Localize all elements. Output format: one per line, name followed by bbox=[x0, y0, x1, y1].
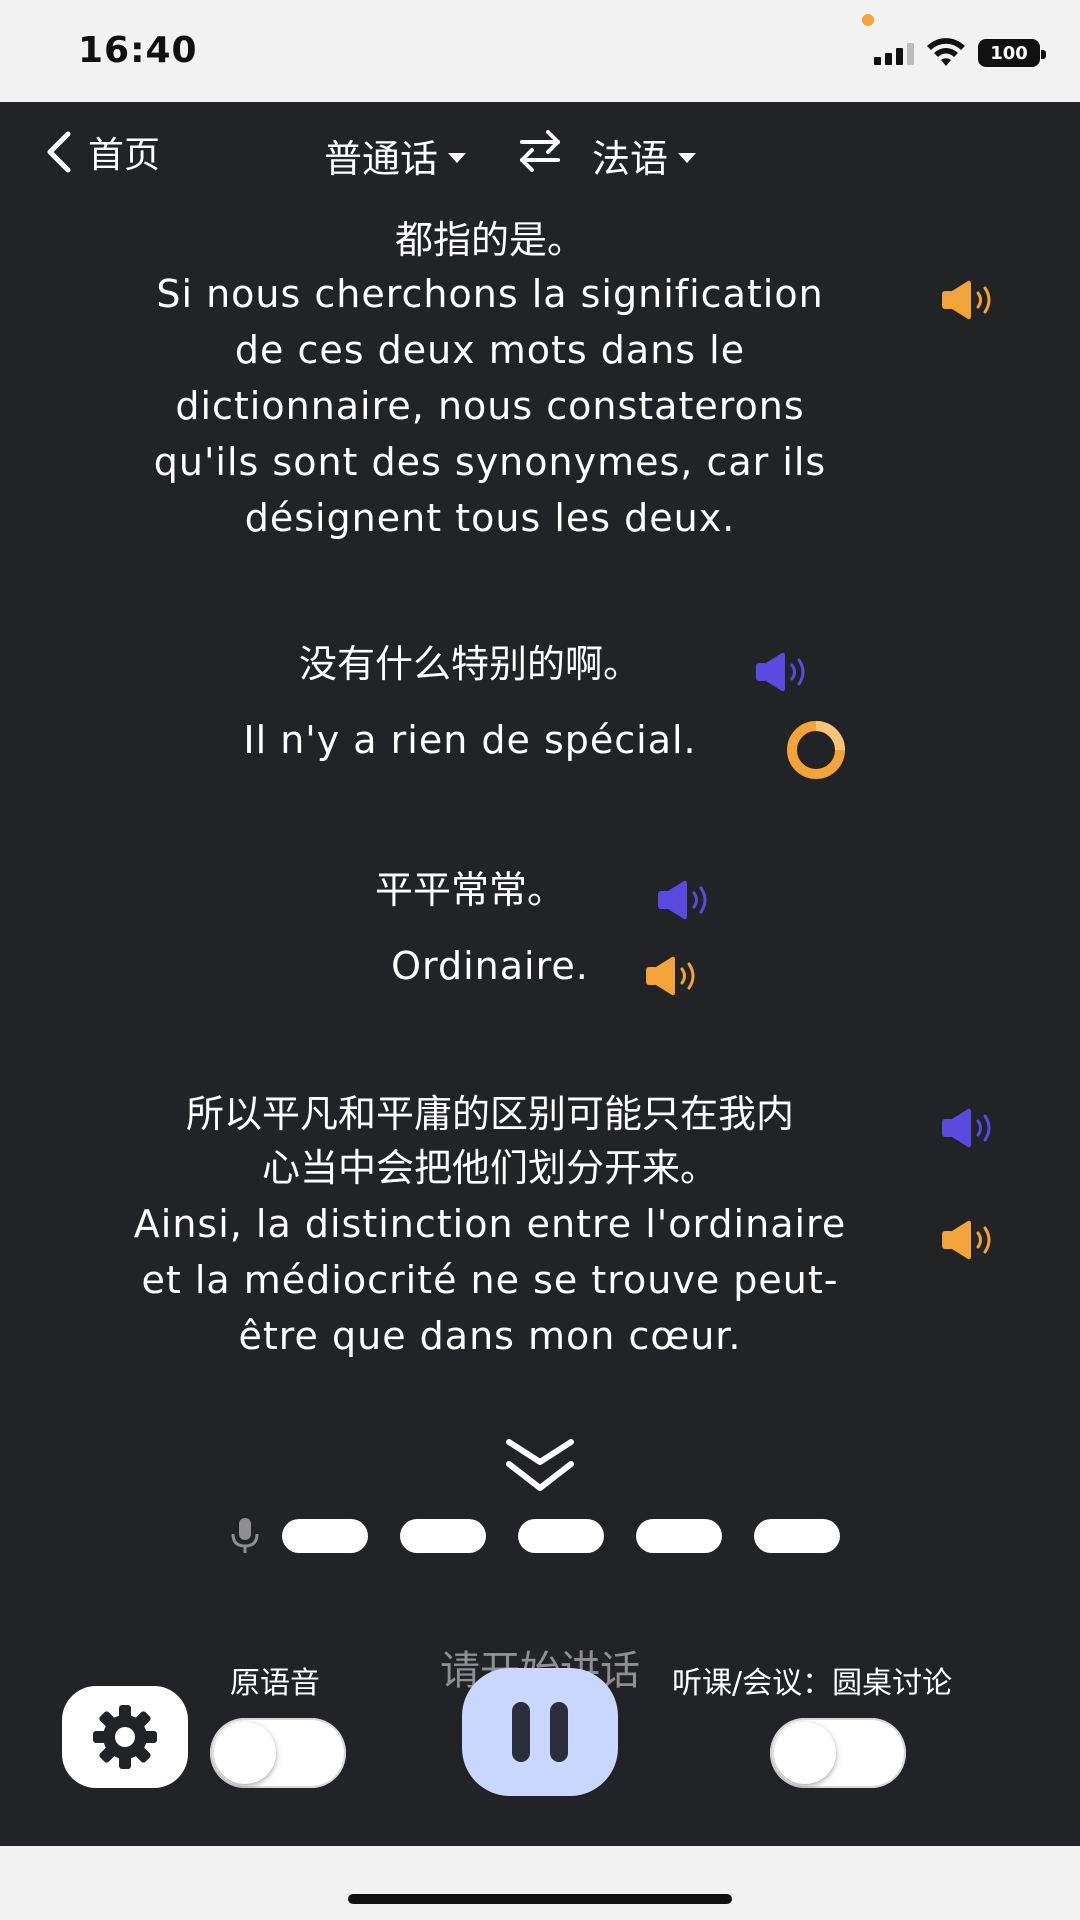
transcript-fr-line: et la médiocrité ne se trouve peut- bbox=[141, 1258, 839, 1302]
gear-icon bbox=[93, 1705, 157, 1769]
home-indicator[interactable] bbox=[348, 1894, 732, 1904]
transcript-zh-text: 没有什么特别的啊。 bbox=[298, 642, 641, 686]
pause-button[interactable] bbox=[462, 1668, 618, 1796]
swap-languages-button[interactable] bbox=[518, 128, 562, 176]
back-label: 首页 bbox=[88, 135, 161, 176]
voice-level-pill bbox=[282, 1519, 368, 1553]
transcript-fr-line: désignent tous les deux. bbox=[244, 496, 736, 540]
cellular-signal-icon bbox=[874, 41, 914, 65]
scroll-down-chevron-icon[interactable] bbox=[505, 1438, 575, 1494]
pause-icon-bar bbox=[512, 1702, 530, 1762]
source-language-select[interactable]: 普通话 bbox=[324, 128, 467, 183]
speaker-icon[interactable] bbox=[754, 650, 816, 694]
transcript-fr-line: Ainsi, la distinction entre l'ordinaire bbox=[133, 1202, 847, 1246]
transcript-zh-text: 平平常常。 bbox=[374, 868, 565, 912]
voice-level-indicator bbox=[230, 1516, 872, 1556]
speaker-icon[interactable] bbox=[940, 278, 1002, 322]
status-bar: 16:40 100 bbox=[0, 0, 1080, 102]
original-voice-toggle[interactable] bbox=[210, 1718, 346, 1788]
transcript-fr-text: Ordinaire. bbox=[391, 944, 589, 988]
caret-down-icon bbox=[678, 152, 697, 163]
target-language-label: 法语 bbox=[592, 137, 669, 181]
privacy-indicator-dot bbox=[862, 14, 874, 26]
back-button[interactable]: 首页 bbox=[44, 126, 160, 178]
transcript-zh-text: 都指的是。 bbox=[394, 218, 585, 262]
translation-screen: 首页 普通话 法语 都指的是。 Si nous cherchons la sig… bbox=[0, 102, 1080, 1846]
source-language-label: 普通话 bbox=[324, 137, 439, 181]
top-nav-bar: 首页 普通话 法语 bbox=[0, 102, 1080, 198]
transcript-fr-line: Si nous cherchons la signification bbox=[156, 272, 824, 316]
speaker-icon[interactable] bbox=[656, 878, 718, 922]
target-language-select[interactable]: 法语 bbox=[592, 128, 697, 183]
home-indicator-area bbox=[0, 1846, 1080, 1920]
meeting-mode-label: 听课/会议：圆桌讨论 bbox=[672, 1666, 953, 1701]
microphone-icon bbox=[231, 1518, 259, 1553]
transcript-zh-line: 所以平凡和平庸的区别可能只在我内 bbox=[185, 1092, 794, 1136]
chevron-left-icon bbox=[47, 131, 71, 173]
status-time: 16:40 bbox=[78, 30, 198, 71]
transcript-fr-line: dictionnaire, nous constaterons bbox=[175, 384, 805, 428]
speaker-icon[interactable] bbox=[644, 954, 706, 998]
caret-down-icon bbox=[448, 152, 467, 163]
wifi-icon bbox=[926, 38, 966, 68]
original-voice-label: 原语音 bbox=[230, 1666, 320, 1701]
swap-arrows-icon bbox=[520, 130, 560, 172]
voice-level-pill bbox=[400, 1519, 486, 1553]
toggle-knob bbox=[214, 1722, 276, 1784]
toggle-knob bbox=[774, 1722, 836, 1784]
speaker-icon[interactable] bbox=[940, 1106, 1002, 1150]
speaker-icon[interactable] bbox=[940, 1218, 1002, 1262]
pause-icon-bar bbox=[550, 1702, 568, 1762]
transcript-fr-line: qu'ils sont des synonymes, car ils bbox=[153, 440, 827, 484]
voice-level-pill bbox=[636, 1519, 722, 1553]
voice-level-pill bbox=[518, 1519, 604, 1553]
transcript-fr-line: être que dans mon cœur. bbox=[238, 1314, 742, 1358]
meeting-mode-toggle[interactable] bbox=[770, 1718, 906, 1788]
transcript-zh-line: 心当中会把他们划分开来。 bbox=[261, 1146, 718, 1190]
status-icons: 100 bbox=[874, 36, 1046, 70]
voice-level-pill bbox=[754, 1519, 840, 1553]
loading-spinner-icon bbox=[787, 721, 845, 779]
transcript-fr-line: de ces deux mots dans le bbox=[234, 328, 746, 372]
battery-icon: 100 bbox=[978, 39, 1046, 67]
settings-button[interactable] bbox=[62, 1686, 188, 1788]
transcript-fr-text: Il n'y a rien de spécial. bbox=[243, 718, 697, 762]
